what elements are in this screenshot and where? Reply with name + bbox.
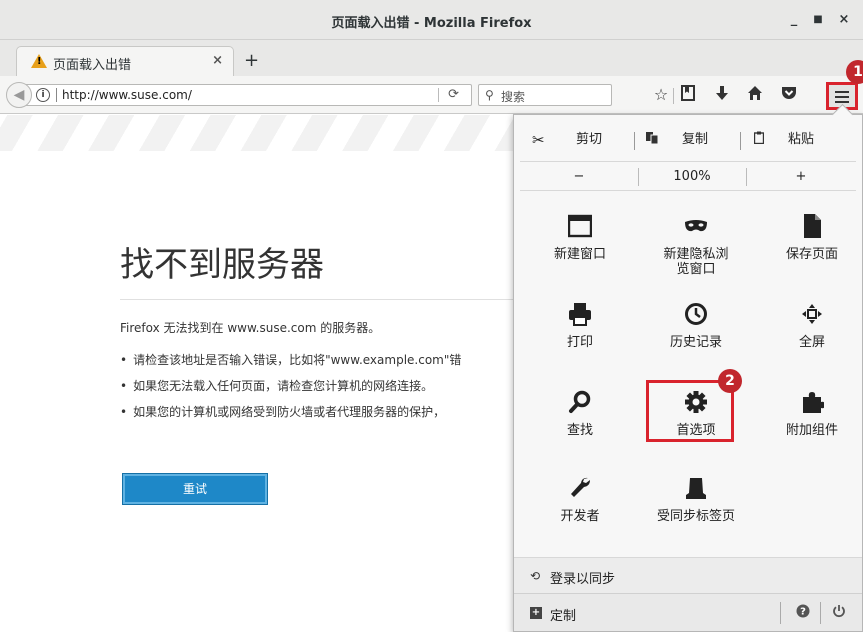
- menu-item-label: 附加组件: [785, 423, 838, 438]
- bookmark-star-icon[interactable]: ☆: [650, 85, 672, 107]
- menu-item-label: 打印: [566, 335, 593, 350]
- sync-icon: ⟲: [530, 569, 541, 583]
- zoom-controls: − 100% +: [520, 161, 856, 191]
- tab-bar: 页面载入出错 × +: [0, 40, 863, 76]
- customize-button[interactable]: 定制: [550, 605, 576, 624]
- step-badge-2: 2: [718, 369, 742, 393]
- menu-item-save-page[interactable]: 保存页面: [754, 213, 863, 303]
- url-divider: [56, 88, 57, 102]
- sync-label: 登录以同步: [550, 572, 616, 587]
- close-window-button[interactable]: ×: [836, 12, 852, 28]
- history-clock-icon: [685, 303, 707, 325]
- zoom-in-button[interactable]: +: [746, 162, 856, 192]
- save-page-icon: [804, 214, 821, 238]
- url-divider: [438, 88, 439, 102]
- title-bar: 页面载入出错 - Mozilla Firefox _ ■ ×: [0, 0, 863, 40]
- menu-item-label: 新建隐私浏览窗口: [663, 247, 729, 277]
- maximize-button[interactable]: ■: [810, 12, 826, 28]
- back-button[interactable]: ◀: [6, 82, 32, 108]
- list-item: 如果您的计算机或网络受到防火墙或者代理服务器的保护，: [120, 403, 520, 429]
- bookmarks-menu-icon[interactable]: [677, 85, 699, 107]
- warning-icon: [31, 54, 47, 68]
- find-magnifier-icon: [569, 390, 591, 413]
- app-menu-panel: ✂ 剪切 复制 粘贴 − 100% + 新建窗口 新建隐私浏览窗口 保存页面 打…: [513, 114, 863, 632]
- toolbar-divider: [673, 88, 674, 104]
- menu-item-private-window[interactable]: 新建隐私浏览窗口: [638, 213, 754, 303]
- private-mask-icon: [685, 220, 707, 232]
- new-window-icon: [568, 214, 592, 238]
- printer-icon: [569, 303, 591, 326]
- sign-in-to-sync[interactable]: ⟲ 登录以同步: [514, 557, 862, 593]
- synced-tabs-icon: [686, 478, 706, 499]
- tab-close-icon[interactable]: ×: [212, 53, 223, 68]
- copy-button[interactable]: 复制: [682, 123, 708, 157]
- menu-item-find[interactable]: 查找: [522, 389, 638, 479]
- menu-item-label: 受同步标签页: [656, 509, 735, 524]
- edit-controls: ✂ 剪切 复制 粘贴: [514, 123, 862, 157]
- puzzle-piece-icon: [803, 392, 824, 413]
- quit-power-icon[interactable]: [830, 604, 848, 622]
- menu-item-label: 全屏: [798, 335, 825, 350]
- menu-item-label: 新建窗口: [553, 247, 606, 262]
- step-badge-1: 1: [846, 60, 863, 84]
- search-placeholder: 搜索: [501, 90, 526, 104]
- zoom-out-button[interactable]: −: [520, 162, 638, 192]
- home-icon[interactable]: [744, 85, 766, 107]
- fullscreen-icon: [802, 304, 822, 324]
- list-item: 如果您无法载入任何页面，请检查您计算机的网络连接。: [120, 377, 520, 403]
- window-title: 页面载入出错 - Mozilla Firefox: [331, 16, 532, 31]
- error-suggestions: 请检查该地址是否输入错误，比如将"www.example.com"错 如果您无法…: [120, 351, 520, 429]
- cut-button[interactable]: 剪切: [576, 123, 602, 157]
- back-arrow-icon: ◀: [13, 87, 25, 103]
- minimize-button[interactable]: _: [786, 12, 802, 28]
- paste-button[interactable]: 粘贴: [788, 123, 814, 157]
- menu-item-addons[interactable]: 附加组件: [754, 389, 863, 479]
- divider: [120, 299, 520, 300]
- menu-item-new-window[interactable]: 新建窗口: [522, 213, 638, 303]
- url-bar[interactable]: i http://www.suse.com/ ⟳: [20, 84, 472, 106]
- help-icon[interactable]: ?: [794, 604, 812, 622]
- menu-item-fullscreen[interactable]: 全屏: [754, 301, 863, 391]
- search-input[interactable]: ⚲ 搜索: [478, 84, 612, 106]
- error-title: 找不到服务器: [120, 245, 324, 285]
- svg-text:?: ?: [800, 607, 806, 618]
- menu-item-print[interactable]: 打印: [522, 301, 638, 391]
- customize-row: + 定制 ?: [514, 593, 862, 631]
- menu-item-synced-tabs[interactable]: 受同步标签页: [638, 475, 754, 565]
- copy-icon: [646, 123, 659, 157]
- hamburger-menu-icon: [835, 91, 849, 93]
- menu-item-label: 历史记录: [669, 335, 722, 350]
- download-icon[interactable]: [711, 85, 733, 107]
- tab-active[interactable]: 页面载入出错 ×: [16, 46, 234, 76]
- list-item: 请检查该地址是否输入错误，比如将"www.example.com"错: [120, 351, 520, 377]
- url-text[interactable]: http://www.suse.com/: [62, 88, 192, 102]
- menu-item-label: 查找: [566, 423, 593, 438]
- reload-icon[interactable]: ⟳: [448, 87, 459, 102]
- menu-item-label: 保存页面: [785, 247, 838, 262]
- info-icon[interactable]: i: [36, 88, 50, 102]
- error-stripes: [0, 115, 520, 151]
- navigation-bar: i http://www.suse.com/ ⟳ ◀ ⚲ 搜索 ☆ 1: [0, 60, 863, 114]
- wrench-icon: [571, 477, 590, 497]
- retry-button[interactable]: 重试: [122, 473, 268, 505]
- customize-icon[interactable]: +: [530, 607, 542, 619]
- paste-clipboard-icon: [753, 123, 765, 157]
- zoom-reset-button[interactable]: 100%: [638, 162, 746, 192]
- menu-item-label: 开发者: [560, 509, 600, 524]
- cut-scissors-icon: ✂: [532, 131, 545, 149]
- pocket-icon[interactable]: [778, 85, 800, 107]
- search-icon: ⚲: [485, 88, 494, 102]
- error-description: Firefox 无法找到在 www.suse.com 的服务器。: [120, 321, 381, 335]
- tab-title: 页面载入出错: [53, 58, 132, 73]
- menu-item-developer[interactable]: 开发者: [522, 475, 638, 565]
- new-tab-button[interactable]: +: [244, 52, 259, 70]
